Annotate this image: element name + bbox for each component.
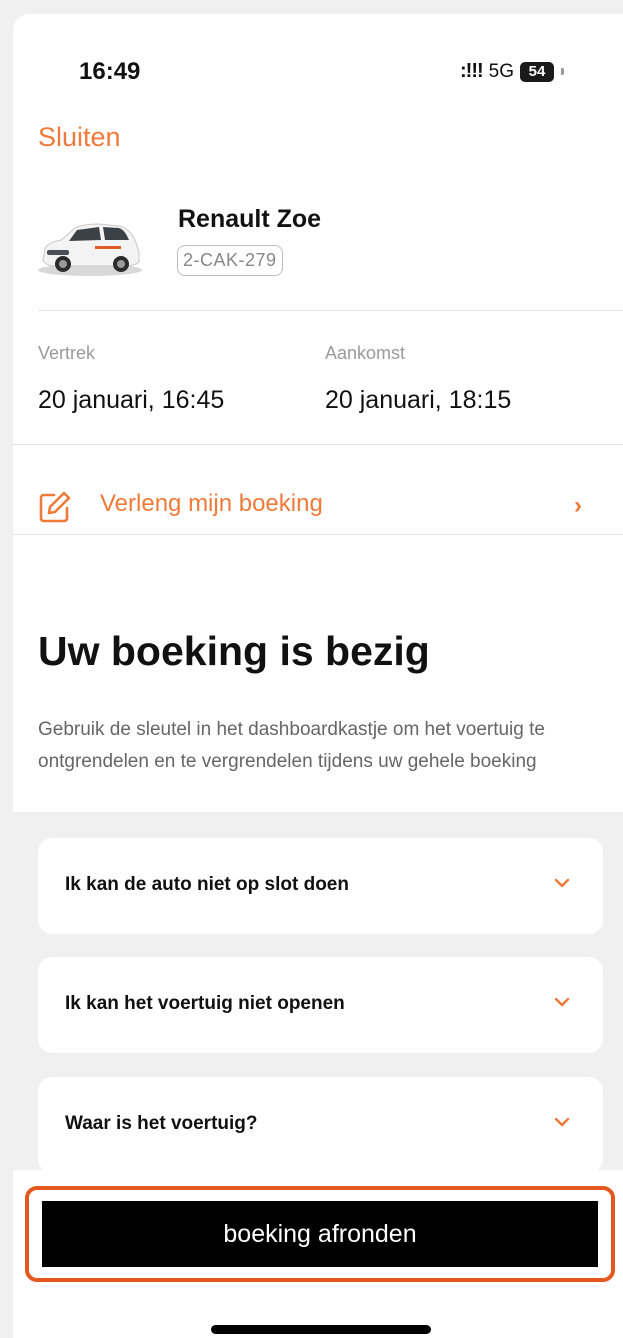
bottom-bar: boeking afronden	[13, 1170, 623, 1338]
battery-tip	[561, 68, 564, 75]
departure-label: Vertrek	[38, 343, 96, 363]
car-image	[38, 223, 142, 276]
faq-item-title: Ik kan de auto niet op slot doen	[65, 874, 349, 895]
divider	[13, 534, 623, 535]
license-plate: 2-CAK-279	[177, 245, 283, 276]
booking-screen: 16:49 :!!! 5G 54 Sluiten Renault Zoe 2-C…	[13, 14, 623, 1338]
faq-item[interactable]: Waar is het voertuig?	[38, 1077, 603, 1173]
divider	[38, 310, 623, 311]
battery-icon: 54	[520, 61, 554, 82]
chevron-down-icon	[554, 997, 570, 1007]
signal-icon: :!!!	[460, 60, 484, 82]
faq-item[interactable]: Ik kan het voertuig niet openen	[38, 957, 603, 1053]
chevron-down-icon	[554, 878, 570, 888]
divider	[13, 444, 623, 445]
booking-status-heading: Uw boeking is bezig	[38, 628, 430, 674]
arrival-value: 20 januari, 18:15	[325, 386, 512, 414]
faq-item-title: Ik kan het voertuig niet openen	[65, 993, 345, 1014]
status-indicators: :!!! 5G 54	[460, 60, 564, 83]
cta-highlight: boeking afronden	[25, 1186, 615, 1282]
chevron-down-icon	[554, 1117, 570, 1127]
arrival-label: Aankomst	[325, 343, 406, 363]
close-button[interactable]: Sluiten	[38, 122, 121, 153]
booking-status-description: Gebruik de sleutel in het dashboardkastj…	[38, 719, 545, 772]
edit-icon	[39, 491, 71, 523]
home-indicator[interactable]	[211, 1325, 431, 1334]
faq-item[interactable]: Ik kan de auto niet op slot doen	[38, 838, 603, 934]
faq-item-title: Waar is het voertuig?	[65, 1113, 258, 1134]
extend-booking-label: Verleng mijn boeking	[100, 490, 323, 517]
vehicle-name: Renault Zoe	[178, 205, 322, 233]
faq-section: Ik kan de auto niet op slot doen Ik kan …	[13, 812, 623, 1192]
network-label: 5G	[488, 60, 514, 82]
chevron-right-icon: ›	[574, 492, 582, 519]
status-time: 16:49	[79, 58, 141, 85]
finish-booking-button[interactable]: boeking afronden	[42, 1201, 598, 1267]
departure-value: 20 januari, 16:45	[38, 386, 225, 414]
